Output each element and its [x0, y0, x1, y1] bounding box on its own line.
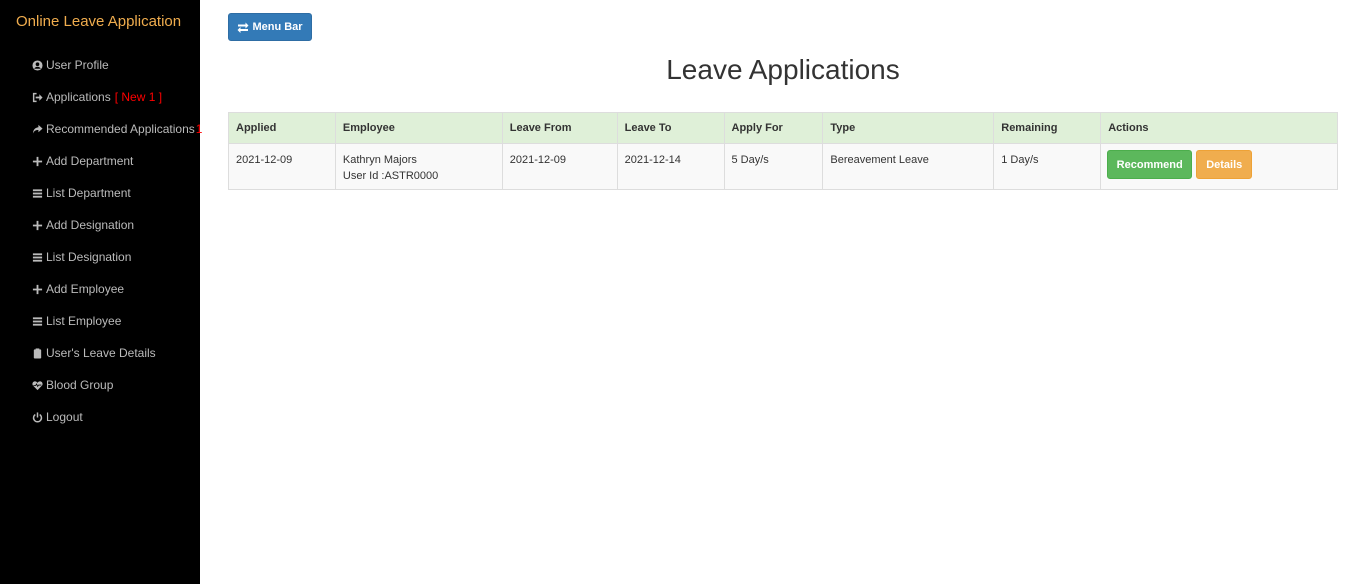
- new-applications-badge: [ New 1 ]: [114, 90, 163, 104]
- plus-icon: [32, 284, 43, 295]
- app-brand[interactable]: Online Leave Application: [16, 13, 181, 30]
- page-title: Leave Applications: [666, 54, 900, 85]
- sidebar-item-recommended-applications[interactable]: Recommended Applications 1: [0, 113, 203, 145]
- sign-out-icon: [32, 92, 43, 103]
- sidebar-item-label: Applications: [46, 90, 111, 104]
- sidebar-nav: User Profile Applications [ New 1 ] Reco…: [0, 49, 203, 433]
- sidebar-item-users-leave-details[interactable]: User's Leave Details: [0, 337, 200, 369]
- plus-icon: [32, 156, 43, 167]
- column-header-leave-from: Leave From: [501, 112, 618, 144]
- sidebar-item-label: List Department: [46, 186, 131, 200]
- share-arrow-icon: [32, 124, 43, 135]
- details-button[interactable]: Details: [1196, 150, 1253, 179]
- cell-leave-from: 2021-12-09: [501, 143, 618, 190]
- cell-applied: 2021-12-09: [228, 143, 336, 190]
- list-icon: [32, 316, 43, 327]
- menu-bar-label: Menu Bar: [252, 21, 303, 33]
- column-header-remaining: Remaining: [993, 112, 1102, 144]
- sidebar-item-add-designation[interactable]: Add Designation: [0, 209, 200, 241]
- power-icon: [32, 411, 43, 423]
- cell-leave-to: 2021-12-14: [616, 143, 725, 190]
- cell-employee: Kathryn Majors User Id :ASTR0000: [334, 143, 503, 190]
- sidebar-item-logout[interactable]: Logout: [0, 401, 200, 433]
- sidebar-item-list-designation[interactable]: List Designation: [0, 241, 200, 273]
- sidebar-item-label: Logout: [46, 410, 83, 424]
- column-header-type: Type: [822, 112, 995, 144]
- table-header-row: Applied Employee Leave From Leave To App…: [228, 112, 1338, 144]
- sidebar-item-user-profile[interactable]: User Profile: [0, 49, 200, 81]
- sidebar-item-label: Blood Group: [46, 378, 114, 392]
- clipboard-icon: [32, 347, 43, 359]
- list-icon: [32, 252, 43, 263]
- cell-actions: Recommend Details: [1100, 143, 1338, 190]
- sidebar-item-label: Add Department: [46, 154, 134, 168]
- user-circle-icon: [32, 59, 43, 71]
- sidebar-item-add-department[interactable]: Add Department: [0, 145, 200, 177]
- list-icon: [32, 188, 43, 199]
- sidebar-item-label: List Designation: [46, 250, 132, 264]
- column-header-apply-for: Apply For: [723, 112, 824, 144]
- column-header-applied: Applied: [228, 112, 336, 144]
- cell-type: Bereavement Leave: [822, 143, 995, 190]
- plus-icon: [32, 220, 43, 231]
- sidebar-item-applications[interactable]: Applications [ New 1 ]: [0, 81, 200, 113]
- sidebar-item-label: Recommended Applications: [46, 122, 195, 136]
- column-header-employee: Employee: [334, 112, 503, 144]
- heartbeat-icon: [32, 380, 43, 391]
- cell-apply-for: 5 Day/s: [723, 143, 824, 190]
- employee-id: User Id :ASTR0000: [342, 170, 439, 182]
- column-header-actions: Actions: [1100, 112, 1338, 144]
- column-header-leave-to: Leave To: [616, 112, 725, 144]
- sidebar: Online Leave Application User Profile Ap…: [0, 0, 203, 584]
- sidebar-item-list-department[interactable]: List Department: [0, 177, 200, 209]
- sidebar-item-add-employee[interactable]: Add Employee: [0, 273, 200, 305]
- menu-bar-button[interactable]: Menu Bar: [228, 13, 312, 41]
- leave-applications-table: Applied Employee Leave From Leave To App…: [228, 112, 1338, 190]
- sidebar-item-blood-group[interactable]: Blood Group: [0, 369, 200, 401]
- employee-name: Kathryn Majors: [342, 154, 417, 166]
- swap-arrows-icon: [237, 22, 249, 33]
- sidebar-item-list-employee[interactable]: List Employee: [0, 305, 200, 337]
- sidebar-item-label: List Employee: [46, 314, 122, 328]
- sidebar-item-label: Add Designation: [46, 218, 135, 232]
- sidebar-item-label: User Profile: [46, 58, 109, 72]
- recommended-count-badge: 1: [195, 122, 203, 136]
- table-row: 2021-12-09 Kathryn Majors User Id :ASTR0…: [228, 143, 1338, 190]
- recommend-button[interactable]: Recommend: [1107, 150, 1193, 179]
- sidebar-item-label: Add Employee: [46, 282, 125, 296]
- sidebar-item-label: User's Leave Details: [46, 346, 156, 360]
- cell-remaining: 1 Day/s: [993, 143, 1102, 190]
